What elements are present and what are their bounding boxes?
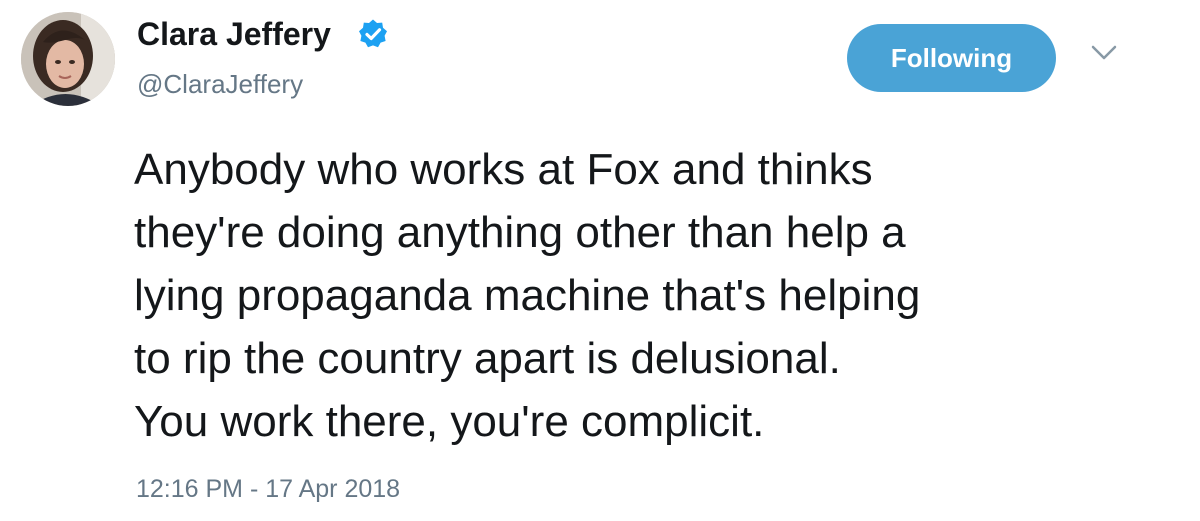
verified-badge-icon bbox=[359, 19, 387, 48]
following-button[interactable]: Following bbox=[847, 24, 1056, 92]
chevron-down-icon[interactable] bbox=[1090, 44, 1118, 62]
tweet-text-line: Anybody who works at Fox and thinks bbox=[134, 145, 873, 194]
tweet-timestamp[interactable]: 12:16 PM - 17 Apr 2018 bbox=[136, 472, 400, 506]
tweet-text-line: to rip the country apart is delusional. bbox=[134, 334, 841, 383]
tweet-text-line: they're doing anything other than help a bbox=[134, 208, 906, 257]
tweet-card: Clara Jeffery @ClaraJeffery Following An… bbox=[0, 0, 1200, 521]
tweet-text-line: lying propaganda machine that's helping bbox=[134, 271, 921, 320]
avatar[interactable] bbox=[21, 12, 115, 106]
tweet-text-line: You work there, you're complicit. bbox=[134, 397, 765, 446]
avatar-photo bbox=[21, 12, 115, 106]
user-handle[interactable]: @ClaraJeffery bbox=[137, 68, 303, 100]
tweet-text: Anybody who works at Fox and thinks they… bbox=[134, 138, 1174, 453]
display-name[interactable]: Clara Jeffery bbox=[137, 14, 331, 54]
